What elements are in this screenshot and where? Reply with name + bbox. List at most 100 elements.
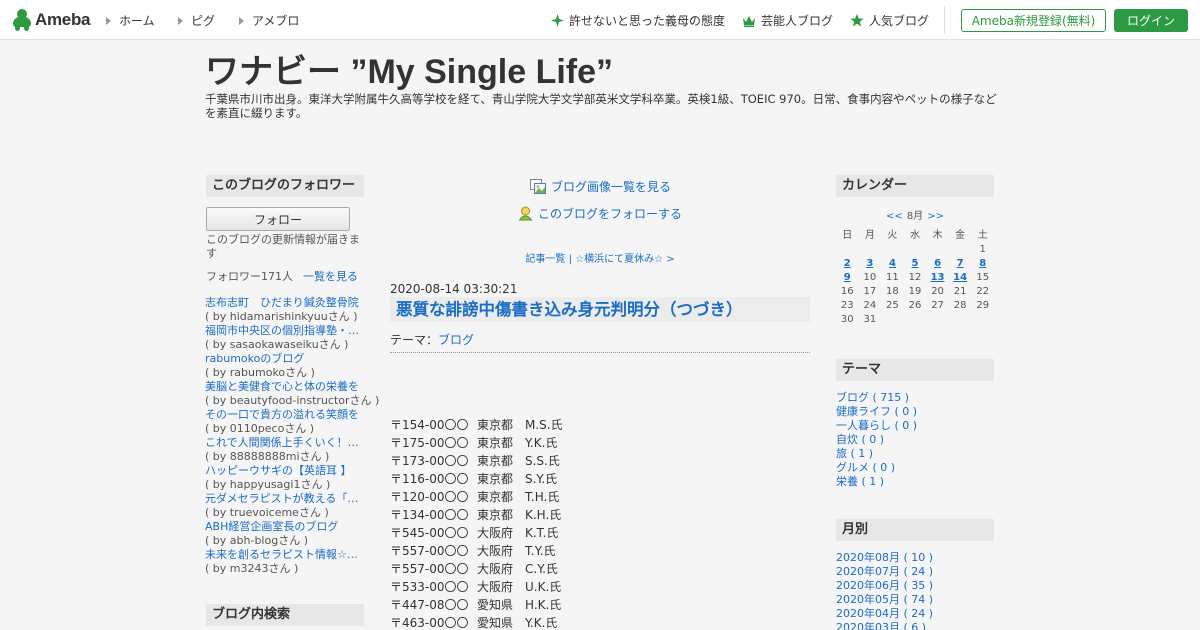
calendar-day[interactable]: 14 bbox=[949, 271, 972, 285]
arrow-right-icon bbox=[106, 16, 111, 25]
header-divider bbox=[944, 6, 945, 34]
initials: M.S.氏 bbox=[525, 418, 563, 432]
followers-heading: このブログのフォロワー bbox=[206, 175, 364, 197]
follower-blog-link[interactable]: 未来を創るセラピスト情報☆ブログ bbox=[205, 548, 365, 562]
calendar-day[interactable]: 4 bbox=[881, 257, 904, 271]
see-all-followers-link[interactable]: 一覧を見る bbox=[303, 270, 358, 283]
follower-item: ハッピーウサギの【英語耳 】( by happyusagi1さん ) bbox=[205, 464, 365, 492]
month-archive-link[interactable]: 2020年05月 ( 74 ) bbox=[836, 593, 994, 607]
follower-blog-link[interactable]: その一口で貴方の溢れる笑顔を bbox=[205, 408, 365, 422]
month-archive-link[interactable]: 2020年08月 ( 10 ) bbox=[836, 551, 994, 565]
calendar-day: 28 bbox=[953, 300, 967, 311]
blog-description: 千葉県市川市出身。東洋大学附属牛久高等学校を経て、青山学院大学文学部英米文学科卒… bbox=[205, 92, 997, 120]
post-line: 〒533-00〇〇 大阪府 U.K.氏 bbox=[390, 578, 810, 596]
calendar-day: 1 bbox=[979, 244, 986, 255]
calendar-day: 16 bbox=[840, 286, 854, 297]
postal-code: 〒533-00〇〇 bbox=[390, 580, 469, 594]
month-archive-link[interactable]: 2020年06月 ( 35 ) bbox=[836, 579, 994, 593]
follower-blog-link[interactable]: rabumokoのブログ bbox=[205, 352, 365, 366]
nav-celebrity-blogs-label: 芸能人ブログ bbox=[761, 14, 834, 28]
login-button[interactable]: ログイン bbox=[1114, 9, 1188, 32]
calendar-day: 10 bbox=[863, 272, 877, 283]
follower-blog-link[interactable]: 福岡市中央区の個別指導塾・家庭教師 bbox=[205, 324, 365, 338]
theme-link[interactable]: 旅 ( 1 ) bbox=[836, 447, 994, 461]
calendar-empty-cell bbox=[881, 243, 904, 257]
nav-trend-topic[interactable]: 許せないと思った義母の態度 bbox=[551, 12, 725, 29]
post-body: 〒154-00〇〇 東京都 M.S.氏 〒175-00〇〇 東京都 Y.K.氏 〒173-0… bbox=[390, 416, 810, 630]
follower-blog-link[interactable]: 美脳と美健食で心と体の栄養を bbox=[205, 380, 365, 394]
calendar-day: 19 bbox=[908, 286, 922, 297]
calendar-day[interactable]: 3 bbox=[859, 257, 882, 271]
calendar-day[interactable]: 8 bbox=[971, 257, 994, 271]
image-list-link[interactable]: ブログ画像一覧を見る bbox=[530, 178, 671, 195]
follower-blog-link[interactable]: 志布志町 ひだまり鍼灸整骨院 bbox=[205, 296, 365, 310]
postal-code: 〒116-00〇〇 bbox=[390, 472, 469, 486]
post-theme-link[interactable]: ブログ bbox=[438, 333, 474, 347]
calendar-day[interactable]: 5 bbox=[904, 257, 927, 271]
theme-link[interactable]: 健康ライフ ( 0 ) bbox=[836, 405, 994, 419]
blog-title[interactable]: ワナビー ”My Single Life” bbox=[205, 44, 613, 93]
post-title[interactable]: 悪質な誹謗中傷書き込み身元判明分（つづき） bbox=[390, 297, 810, 322]
theme-link[interactable]: グルメ ( 0 ) bbox=[836, 461, 994, 475]
calendar-day: 24 bbox=[863, 300, 877, 311]
calendar-day: 27 bbox=[931, 300, 944, 311]
calendar-empty-cell bbox=[836, 243, 859, 257]
calendar-day: 30 bbox=[840, 314, 854, 325]
ameba-logo[interactable]: Ameba bbox=[12, 8, 90, 32]
month-archive-link[interactable]: 2020年07月 ( 24 ) bbox=[836, 565, 994, 579]
calendar-month: 8月 bbox=[906, 211, 924, 222]
post-date: 2020-08-14 03:30:21 bbox=[390, 282, 518, 296]
calendar-day: 17 bbox=[863, 286, 877, 297]
calendar-day[interactable]: 6 bbox=[926, 257, 949, 271]
calendar-day[interactable]: 9 bbox=[836, 271, 859, 285]
theme-link[interactable]: 自炊 ( 0 ) bbox=[836, 433, 994, 447]
prefecture: 大阪府 bbox=[477, 562, 514, 576]
calendar-prev-link[interactable]: << bbox=[886, 211, 903, 222]
nav-home-label: ホーム bbox=[119, 14, 155, 28]
prefecture: 東京都 bbox=[477, 490, 514, 504]
follower-blog-link[interactable]: これで人間関係上手くいく！心理学 bbox=[205, 436, 365, 450]
calendar-day[interactable]: 2 bbox=[836, 257, 859, 271]
entry-nav-link[interactable]: 記事一覧 | ☆横浜にて夏休み☆ > bbox=[525, 254, 674, 265]
calendar-day[interactable]: 7 bbox=[949, 257, 972, 271]
follower-blog-link[interactable]: ハッピーウサギの【英語耳 】 bbox=[205, 464, 365, 478]
calendar-next-link[interactable]: >> bbox=[927, 211, 944, 222]
entry-navigation[interactable]: 記事一覧 | ☆横浜にて夏休み☆ > bbox=[390, 250, 810, 265]
star-icon bbox=[850, 14, 864, 27]
postal-code: 〒557-00〇〇 bbox=[390, 544, 469, 558]
weekday-label: 日 bbox=[842, 230, 853, 241]
follower-by: ( by m3243さん ) bbox=[205, 562, 299, 575]
calendar-day: 15 bbox=[976, 272, 990, 283]
month-archive-link[interactable]: 2020年04月 ( 24 ) bbox=[836, 607, 994, 621]
postal-code: 〒463-00〇〇 bbox=[390, 616, 469, 630]
month-archive-link[interactable]: 2020年03月 ( 6 ) bbox=[836, 621, 994, 630]
theme-link[interactable]: 一人暮らし ( 0 ) bbox=[836, 419, 994, 433]
theme-link[interactable]: 栄養 ( 1 ) bbox=[836, 475, 994, 489]
initials: Y.K.氏 bbox=[525, 616, 558, 630]
follow-button[interactable]: フォロー bbox=[206, 207, 350, 231]
nav-popular-blogs[interactable]: 人気ブログ bbox=[850, 12, 929, 29]
nav-pigg[interactable]: ピグ bbox=[178, 12, 215, 29]
follower-item: これで人間関係上手くいく！心理学( by 88888888miさん ) bbox=[205, 436, 365, 464]
follower-blog-link[interactable]: 元ダメセラピストが教える「話し方」 bbox=[205, 492, 365, 506]
nav-celebrity-blogs[interactable]: 芸能人ブログ bbox=[742, 12, 833, 29]
signup-button[interactable]: Ameba新規登録(無料) bbox=[961, 9, 1106, 32]
theme-link[interactable]: ブログ ( 715 ) bbox=[836, 391, 994, 405]
follow-blog-link[interactable]: このブログをフォローする bbox=[518, 205, 682, 222]
ameba-mascot-icon bbox=[12, 9, 32, 31]
post-line: 〒175-00〇〇 東京都 Y.K.氏 bbox=[390, 434, 810, 452]
calendar-day[interactable]: 13 bbox=[926, 271, 949, 285]
follower-count-line: フォロワー171人 一覧を見る bbox=[206, 268, 358, 284]
post-line: 〒154-00〇〇 東京都 M.S.氏 bbox=[390, 416, 810, 434]
follower-blog-link[interactable]: ABH経営企画室長のブログ bbox=[205, 520, 365, 534]
weekday-label: 木 bbox=[932, 230, 943, 241]
logo-text: Ameba bbox=[35, 10, 91, 29]
calendar-grid: 日月火水木金土 1 2 3 4 5 6 7 8 9 10 11 12 13 14 15 16 17 18 19 20 21… bbox=[836, 229, 994, 327]
arrow-right-icon bbox=[178, 16, 183, 25]
nav-home[interactable]: ホーム bbox=[106, 12, 155, 29]
prefecture: 愛知県 bbox=[477, 616, 514, 630]
weekday-label: 水 bbox=[909, 230, 920, 241]
nav-ameblo[interactable]: アメブロ bbox=[239, 12, 299, 29]
post-line: 〒134-00〇〇 東京都 K.H.氏 bbox=[390, 506, 810, 524]
prefecture: 東京都 bbox=[477, 436, 514, 450]
